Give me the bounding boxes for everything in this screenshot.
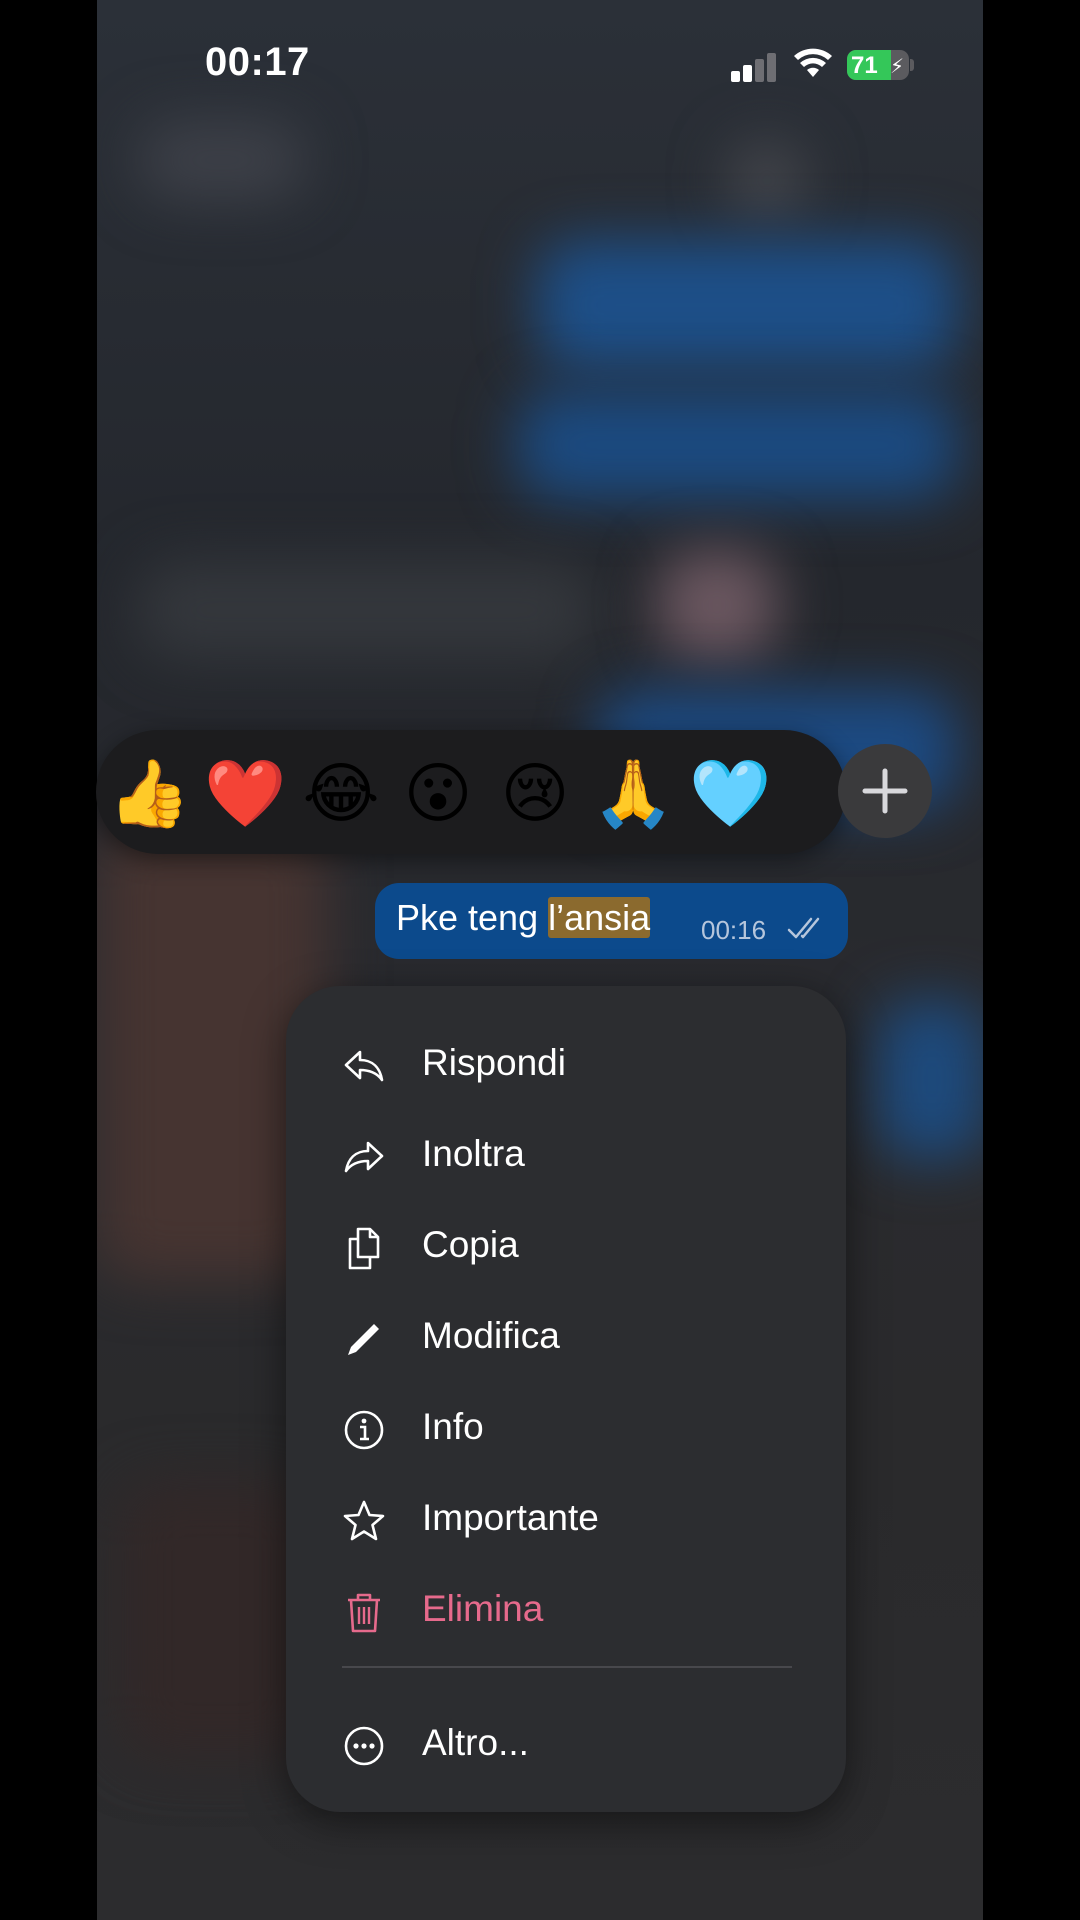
reaction-crying-face[interactable]: 😢 [495,754,575,834]
menu-item-label: Rispondi [422,1042,566,1083]
reaction-red-heart[interactable]: ❤️ [204,754,286,834]
menu-item-delete[interactable]: Elimina [286,1566,846,1656]
blurred-bubble [137,560,597,660]
wifi-icon [794,48,832,77]
reaction-folded-hands[interactable]: 🙏 [592,754,674,834]
read-receipt-icon [787,917,820,939]
menu-item-copy[interactable]: Copia [286,1202,846,1292]
trash-icon [348,1593,380,1633]
message-text: Pke teng l’ansia [396,897,651,939]
menu-item-label: Copia [422,1224,519,1265]
info-icon [344,1410,384,1450]
menu-item-label: Modifica [422,1315,560,1356]
star-icon [343,1500,385,1541]
message-text-plain: Pke teng [396,897,549,938]
menu-item-label: Info [422,1406,484,1447]
message-text-selected[interactable]: l’ansia [548,897,651,938]
blurred-sticker [657,550,777,660]
blurred-bubble [877,1000,983,1160]
status-bar: 00:17 71 ⚡ [97,0,983,130]
charging-bolt-icon: ⚡ [890,56,905,78]
forward-icon [344,1141,384,1173]
menu-divider [342,1666,792,1668]
blurred-bubble [537,240,957,370]
menu-item-more[interactable]: Altro... [286,1700,846,1790]
blurred-avatar [727,140,807,220]
status-time: 00:17 [205,40,310,84]
context-menu: Rispondi Inoltra Copia Modifica Info Imp… [286,986,846,1812]
menu-item-forward[interactable]: Inoltra [286,1111,846,1201]
pencil-icon [348,1324,379,1355]
plus-icon [862,768,908,814]
cellular-signal-icon [731,52,777,82]
battery-icon: 71 ⚡ [847,50,909,80]
ellipsis-circle-icon [344,1726,384,1766]
menu-item-edit[interactable]: Modifica [286,1293,846,1383]
reply-icon [344,1050,384,1082]
menu-item-label: Inoltra [422,1133,525,1174]
menu-item-info[interactable]: Info [286,1384,846,1474]
battery-percentage: 71 [851,52,878,79]
message-bubble[interactable]: Pke teng l’ansia 00:16 [375,883,848,959]
battery-tip [910,59,914,71]
blurred-bubble [517,390,957,500]
more-reactions-button[interactable] [838,744,932,838]
blurred-header [137,120,307,200]
menu-item-label: Elimina [422,1588,544,1629]
reaction-face-with-open-mouth[interactable]: 😮 [398,754,478,834]
reaction-thumbs-up[interactable]: 👍 [108,754,190,834]
reaction-bar: 👍 ❤️ 😂 😮 😢 🙏 🩵 [96,730,846,854]
menu-item-label: Altro... [422,1722,529,1763]
reaction-light-blue-heart[interactable]: 🩵 [689,754,771,834]
menu-item-reply[interactable]: Rispondi [286,1020,846,1110]
copy-icon [348,1227,380,1270]
reaction-face-with-tears-of-joy[interactable]: 😂 [301,754,381,834]
menu-item-label: Importante [422,1497,599,1538]
menu-item-star[interactable]: Importante [286,1475,846,1565]
message-time: 00:16 [701,915,767,945]
